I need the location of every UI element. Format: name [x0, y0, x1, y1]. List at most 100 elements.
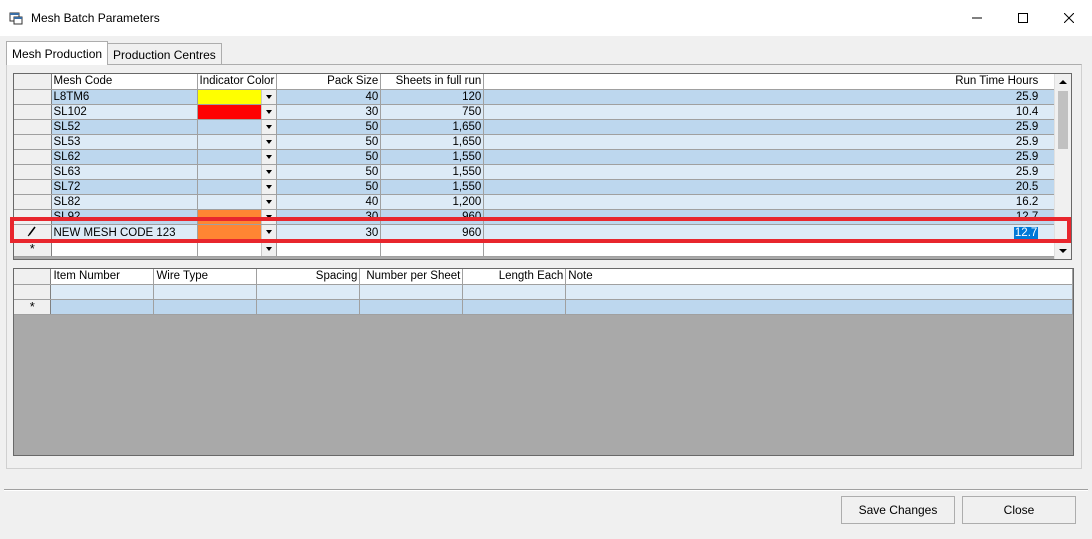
row-header[interactable] [14, 89, 52, 105]
table-row[interactable]: SL102 30 750 10.4 [14, 104, 1058, 120]
indicator-color-cell[interactable] [197, 179, 278, 195]
table-row[interactable]: SL82 40 1,200 16.2 [14, 194, 1058, 210]
color-dropdown-button[interactable] [261, 241, 276, 255]
row-header[interactable] [14, 149, 52, 165]
tab-mesh-production[interactable]: Mesh Production [6, 41, 109, 65]
close-button[interactable]: Close [962, 496, 1076, 524]
row-header[interactable] [14, 104, 52, 120]
col-header-length-each[interactable]: Length Each [462, 269, 567, 285]
table-row[interactable] [14, 284, 1073, 300]
table-row[interactable]: SL63 50 1,550 25.9 [14, 164, 1058, 180]
pack-size-cell[interactable]: 40 [276, 194, 382, 210]
row-header[interactable] [14, 284, 52, 300]
sheets-cell[interactable]: 960 [380, 209, 485, 225]
save-changes-button[interactable]: Save Changes [841, 496, 955, 524]
table-row[interactable]: SL92 30 960 12.7 [14, 209, 1058, 225]
color-dropdown-button[interactable] [261, 149, 276, 163]
row-header[interactable] [14, 179, 52, 195]
mesh-grid[interactable]: Mesh Code Indicator Color Pack Size Shee… [13, 73, 1072, 260]
col-header-spacing[interactable]: Spacing [256, 269, 361, 285]
run-time-cell[interactable]: 25.9 [483, 164, 1058, 180]
pack-size-cell[interactable]: 30 [276, 104, 382, 120]
pack-size-cell[interactable]: 50 [276, 179, 382, 195]
col-header-wire-type[interactable]: Wire Type [153, 269, 258, 285]
cell[interactable] [153, 299, 258, 315]
mesh-code-cell[interactable]: SL52 [51, 119, 198, 135]
row-header[interactable] [14, 224, 52, 242]
col-header-mesh-code[interactable]: Mesh Code [51, 74, 198, 90]
color-dropdown-button[interactable] [261, 209, 276, 223]
sheets-cell[interactable]: 960 [380, 224, 485, 242]
color-dropdown-button[interactable] [261, 164, 276, 178]
cell[interactable] [462, 299, 567, 315]
col-header-sheets[interactable]: Sheets in full run [380, 74, 485, 90]
cell[interactable] [51, 241, 198, 257]
tab-production-centres[interactable]: Production Centres [107, 43, 222, 65]
mesh-code-cell[interactable]: L8TM6 [51, 89, 198, 105]
run-time-cell[interactable]: 20.5 [483, 179, 1058, 195]
editing-row[interactable]: NEW MESH CODE 123 30 960 12.7 [14, 224, 1058, 242]
color-dropdown-button[interactable] [261, 119, 276, 133]
run-time-cell[interactable]: 25.9 [483, 134, 1058, 150]
color-dropdown-button[interactable] [261, 224, 276, 239]
run-time-cell[interactable]: 12.7 [483, 209, 1058, 225]
scroll-thumb[interactable] [1058, 91, 1068, 149]
vertical-scrollbar[interactable] [1054, 74, 1071, 259]
cell[interactable] [276, 241, 382, 257]
cell[interactable] [380, 241, 485, 257]
maximize-button[interactable] [1000, 0, 1046, 36]
cell[interactable] [153, 284, 258, 300]
selected-text[interactable]: 12.7 [1013, 226, 1039, 239]
pack-size-cell[interactable]: 40 [276, 89, 382, 105]
row-header[interactable] [14, 134, 52, 150]
items-grid[interactable]: Item Number Wire Type Spacing Number per… [13, 268, 1074, 456]
minimize-button[interactable] [954, 0, 1000, 36]
cell[interactable] [50, 299, 155, 315]
run-time-cell[interactable]: 25.9 [483, 89, 1058, 105]
row-header[interactable] [14, 194, 52, 210]
col-header-note[interactable]: Note [565, 269, 1073, 285]
cell[interactable] [50, 284, 155, 300]
new-row[interactable]: * [14, 299, 1073, 315]
indicator-color-cell[interactable] [197, 89, 278, 105]
sheets-cell[interactable]: 750 [380, 104, 485, 120]
indicator-color-cell[interactable] [197, 209, 278, 225]
mesh-code-cell[interactable]: SL92 [51, 209, 198, 225]
color-dropdown-button[interactable] [261, 104, 276, 118]
cell[interactable] [359, 284, 464, 300]
col-header-indicator-color[interactable]: Indicator Color [197, 74, 278, 90]
col-header-pack-size[interactable]: Pack Size [276, 74, 382, 90]
scroll-down-button[interactable] [1055, 243, 1071, 259]
cell[interactable] [256, 299, 361, 315]
row-header[interactable] [14, 209, 52, 225]
table-row[interactable]: SL53 50 1,650 25.9 [14, 134, 1058, 150]
cell[interactable] [565, 299, 1073, 315]
pack-size-cell[interactable]: 50 [276, 149, 382, 165]
cell[interactable] [565, 284, 1073, 300]
pack-size-cell[interactable]: 30 [276, 224, 382, 242]
mesh-code-cell[interactable]: SL62 [51, 149, 198, 165]
color-dropdown-button[interactable] [261, 134, 276, 148]
indicator-color-cell[interactable] [197, 241, 278, 257]
pack-size-cell[interactable]: 50 [276, 164, 382, 180]
indicator-color-cell[interactable] [197, 104, 278, 120]
pack-size-cell[interactable]: 30 [276, 209, 382, 225]
run-time-cell[interactable]: 10.4 [483, 104, 1058, 120]
run-time-cell[interactable]: 25.9 [483, 149, 1058, 165]
cell[interactable] [256, 284, 361, 300]
col-header-item-number[interactable]: Item Number [50, 269, 155, 285]
sheets-cell[interactable]: 1,650 [380, 119, 485, 135]
pack-size-cell[interactable]: 50 [276, 134, 382, 150]
sheets-cell[interactable]: 1,550 [380, 179, 485, 195]
col-header-number-per-sheet[interactable]: Number per Sheet [359, 269, 464, 285]
table-row[interactable]: SL72 50 1,550 20.5 [14, 179, 1058, 195]
cell[interactable] [483, 241, 1058, 257]
mesh-code-cell[interactable]: SL72 [51, 179, 198, 195]
mesh-code-cell[interactable]: SL82 [51, 194, 198, 210]
indicator-color-cell[interactable] [197, 224, 278, 242]
table-row[interactable]: L8TM6 40 120 25.9 [14, 89, 1058, 105]
col-header-run-time[interactable]: Run Time Hours [483, 74, 1058, 90]
sheets-cell[interactable]: 120 [380, 89, 485, 105]
sheets-cell[interactable]: 1,550 [380, 164, 485, 180]
indicator-color-cell[interactable] [197, 119, 278, 135]
